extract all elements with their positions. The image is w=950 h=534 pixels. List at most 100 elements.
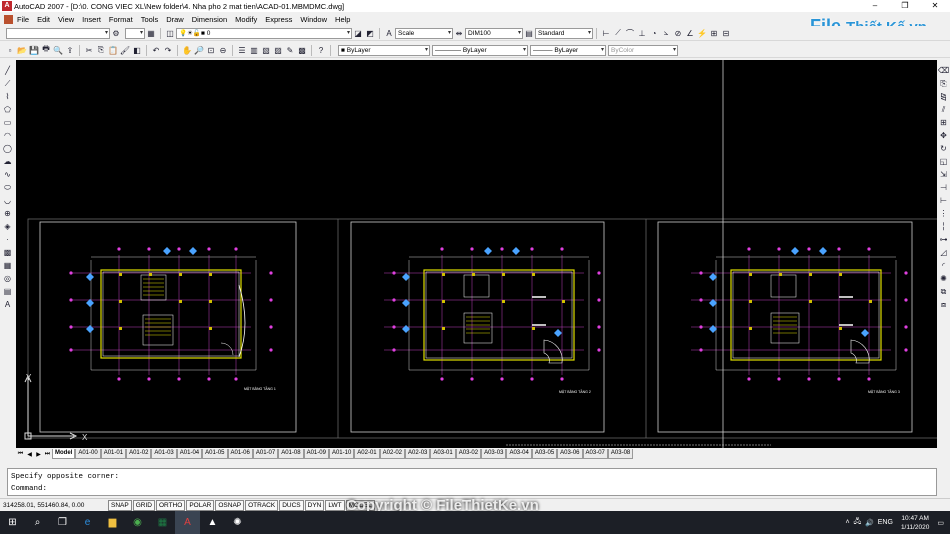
- color-combo[interactable]: ■ ByLayer ▾: [338, 44, 430, 56]
- make-current-icon[interactable]: ◪: [353, 28, 363, 38]
- command-prompt[interactable]: Command:: [11, 483, 933, 495]
- continue-icon[interactable]: ⊟: [721, 28, 731, 38]
- dim-style-icon[interactable]: ⇹: [454, 28, 464, 38]
- windows-start-icon[interactable]: ⊞: [0, 511, 25, 534]
- region-icon[interactable]: ◎: [3, 273, 13, 284]
- copy-object-icon[interactable]: ⎘: [939, 78, 949, 89]
- language-indicator[interactable]: ENG: [878, 519, 893, 526]
- menu-window[interactable]: Window: [300, 15, 327, 24]
- zoom-previous-icon[interactable]: ⊖: [218, 45, 228, 55]
- break-icon[interactable]: ╎: [939, 221, 949, 232]
- autocad-taskbar-icon[interactable]: A: [175, 511, 200, 534]
- ordinate-icon[interactable]: ⊥: [637, 28, 647, 38]
- menu-tools[interactable]: Tools: [141, 15, 159, 24]
- document-icon[interactable]: [4, 14, 13, 24]
- ducs-toggle[interactable]: DUCS: [279, 499, 304, 511]
- copy-icon[interactable]: ⎘: [96, 45, 106, 55]
- revision-cloud-icon[interactable]: ☁: [3, 156, 13, 167]
- circle-icon[interactable]: ◯: [3, 143, 13, 154]
- pan-icon[interactable]: ✋: [182, 45, 192, 55]
- table-icon[interactable]: ▤: [3, 286, 13, 297]
- jogged-icon[interactable]: ⦣: [661, 28, 671, 38]
- minimize-button[interactable]: –: [860, 0, 890, 12]
- cut-icon[interactable]: ✂: [84, 45, 94, 55]
- maximize-button[interactable]: ❐: [890, 0, 920, 12]
- layer-combo[interactable]: 💡☀🔓■ 0 ▾: [176, 27, 352, 39]
- arc-icon[interactable]: ◠: [3, 130, 13, 141]
- mirror-icon[interactable]: ⧎: [939, 91, 949, 102]
- menu-draw[interactable]: Draw: [166, 15, 184, 24]
- aligned-dim-icon[interactable]: ⟋: [613, 28, 623, 38]
- ellipse-arc-icon[interactable]: ◡: [3, 195, 13, 206]
- baseline-icon[interactable]: ⊞: [709, 28, 719, 38]
- plot-preview-icon[interactable]: 🔍: [53, 45, 63, 55]
- tab-a02-02[interactable]: A02-02: [379, 449, 406, 459]
- properties-palette-icon[interactable]: ☰: [237, 45, 247, 55]
- menu-format[interactable]: Format: [109, 15, 133, 24]
- otrack-toggle[interactable]: OTRACK: [245, 499, 279, 511]
- multiline-text-icon[interactable]: A: [3, 299, 13, 310]
- array-icon[interactable]: ⊞: [939, 117, 949, 128]
- network-icon[interactable]: 🖧: [853, 517, 861, 528]
- lineweight-combo[interactable]: ——— ByLayer ▾: [530, 44, 606, 56]
- gradient-icon[interactable]: ▦: [3, 260, 13, 271]
- tab-a01-10[interactable]: A01-10: [328, 449, 355, 459]
- workspace-combo[interactable]: ▾: [6, 27, 110, 39]
- trim-icon[interactable]: ⊣: [939, 182, 949, 193]
- last-tab-icon[interactable]: ⏭: [43, 451, 52, 458]
- rotate-icon[interactable]: ↻: [939, 143, 949, 154]
- rectangle-icon[interactable]: ▭: [3, 117, 13, 128]
- notifications-icon[interactable]: ▭: [937, 519, 944, 527]
- command-window[interactable]: Specify opposite corner: Command:: [7, 468, 937, 496]
- linear-dim-icon[interactable]: ⊢: [601, 28, 611, 38]
- edge-icon[interactable]: e: [75, 511, 100, 534]
- menu-edit[interactable]: Edit: [37, 15, 50, 24]
- tab-a01-07[interactable]: A01-07: [252, 449, 279, 459]
- zoom-window-icon[interactable]: ⊡: [206, 45, 216, 55]
- tab-a01-03[interactable]: A01-03: [151, 449, 177, 459]
- tab-a01-09[interactable]: A01-09: [303, 449, 329, 459]
- small-combo[interactable]: ▾: [125, 27, 145, 39]
- tab-a03-07[interactable]: A03-07: [582, 449, 608, 459]
- tab-a03-02[interactable]: A03-02: [455, 449, 482, 459]
- quick-dim-icon[interactable]: ⚡: [697, 28, 707, 38]
- calculator-icon[interactable]: ▩: [297, 45, 307, 55]
- draw-order-icon[interactable]: ⧉: [939, 286, 949, 297]
- settings-icon[interactable]: ⚙: [111, 28, 121, 38]
- prev-tab-icon[interactable]: ◀: [25, 451, 34, 458]
- tab-a01-01[interactable]: A01-01: [100, 449, 127, 459]
- zoom-realtime-icon[interactable]: 🔎: [194, 45, 204, 55]
- point-icon[interactable]: ·: [3, 234, 13, 245]
- menu-express[interactable]: Express: [265, 15, 292, 24]
- help-icon[interactable]: ?: [316, 45, 326, 55]
- sheet-set-icon[interactable]: ▨: [273, 45, 283, 55]
- tab-a03-08[interactable]: A03-08: [607, 449, 634, 459]
- spline-icon[interactable]: ∿: [3, 169, 13, 180]
- construction-line-icon[interactable]: ⟋: [3, 78, 13, 89]
- polar-toggle[interactable]: POLAR: [186, 499, 215, 511]
- snap-toggle[interactable]: SNAP: [108, 499, 132, 511]
- extend-icon[interactable]: ⊢: [939, 195, 949, 206]
- grid-toggle[interactable]: GRID: [132, 499, 155, 511]
- block-editor-icon[interactable]: ◧: [132, 45, 142, 55]
- tab-a01-02[interactable]: A01-02: [126, 449, 152, 459]
- table-style-combo[interactable]: Standard ▾: [535, 27, 593, 39]
- lwt-toggle[interactable]: LWT: [325, 499, 345, 511]
- match-properties-icon[interactable]: 🖌: [120, 45, 130, 55]
- tab-a03-03[interactable]: A03-03: [481, 449, 507, 459]
- task-view-icon[interactable]: ❐: [50, 511, 75, 534]
- new-icon[interactable]: ▫: [5, 45, 15, 55]
- line-icon[interactable]: ╱: [3, 65, 13, 76]
- ellipse-icon[interactable]: ⬭: [3, 182, 13, 193]
- tab-a01-00[interactable]: A01-00: [75, 449, 101, 459]
- dyn-toggle[interactable]: DYN: [304, 499, 325, 511]
- layer-manager-icon[interactable]: ◫: [165, 28, 175, 38]
- chrome-icon[interactable]: ◉: [125, 511, 150, 534]
- polyline-icon[interactable]: ⌇: [3, 91, 13, 102]
- erase-icon[interactable]: ⌫: [938, 65, 949, 76]
- menu-dimension[interactable]: Dimension: [192, 15, 227, 24]
- vertical-scrollbar[interactable]: [937, 352, 950, 450]
- tab-a03-06[interactable]: A03-06: [557, 449, 583, 459]
- menu-file[interactable]: File: [17, 15, 29, 24]
- next-tab-icon[interactable]: ▶: [34, 451, 43, 458]
